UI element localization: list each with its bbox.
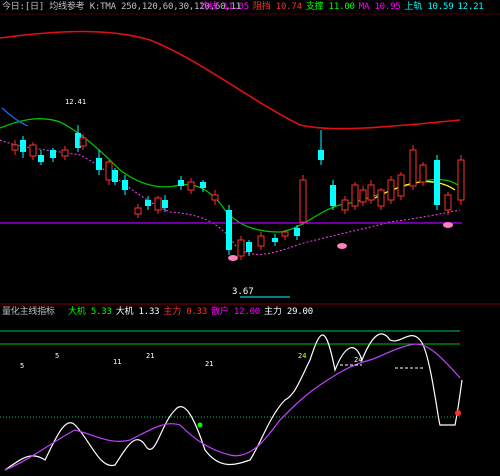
osc-white-line [4, 333, 463, 471]
candle-body [178, 180, 184, 186]
osc-number-marks: 5 5 11 21 21 24 24 [20, 352, 362, 370]
candle-body [457, 159, 465, 201]
candle-body [367, 184, 375, 201]
mark-label: 21 [146, 352, 154, 360]
candle-body [409, 149, 417, 187]
candle-body [154, 197, 162, 211]
candle-body [330, 185, 336, 206]
indicator-value: 均线 11.05 [200, 2, 249, 12]
mark-label: 24 [354, 356, 362, 364]
candle-body [226, 210, 232, 250]
osc-indicator-value: 大机 5.33 [68, 307, 112, 317]
candle-body [145, 200, 151, 206]
candle-body [281, 231, 289, 237]
mark-label: 24 [298, 352, 306, 360]
candle-body [112, 170, 118, 182]
candle-body [38, 155, 44, 162]
candle-body [105, 161, 113, 181]
candle-body [257, 235, 265, 247]
candle-body [419, 164, 427, 183]
candle-body [387, 179, 395, 201]
indicator-value: MA 10.95 [358, 2, 401, 12]
mark-label: 5 [55, 352, 59, 360]
candle-body [211, 194, 219, 201]
candle-body [134, 207, 142, 215]
candle-body [96, 158, 102, 170]
indicator-value: 阻挡 10.74 [252, 2, 302, 12]
candle-body [318, 150, 324, 160]
osc-signal-dot [455, 410, 461, 416]
signal-marker [228, 255, 238, 261]
candle-body [61, 149, 69, 157]
mark-label: 21 [205, 360, 213, 368]
sub-panel-header: 量化主线指标 [2, 307, 59, 318]
candle-body [351, 184, 359, 207]
candle-body [299, 179, 307, 223]
chart-canvas[interactable]: 3.67 12.41 5 5 11 21 21 24 24 [0, 0, 500, 476]
indicator-value: 上轨 10.59 [404, 2, 454, 12]
indicator-value: 支撑 11.00 [305, 2, 355, 12]
peak-price-label: 12.41 [65, 98, 86, 106]
osc-magenta-line [4, 343, 461, 471]
candle-body [294, 228, 300, 236]
low-price-label: 3.67 [232, 287, 254, 297]
candle-body [237, 239, 245, 257]
osc-indicator-value: 大机 1.33 [115, 307, 160, 317]
candle-body [79, 137, 87, 147]
candle-body [200, 182, 206, 188]
candle-body [444, 194, 452, 211]
osc-indicator-value: 主力 29.00 [264, 307, 313, 317]
osc-signal-dot [197, 422, 203, 428]
signal-marker [443, 222, 453, 228]
mark-label: 11 [113, 358, 121, 366]
candle-body [11, 144, 19, 151]
candle-body [434, 160, 440, 205]
candle-body [29, 144, 37, 157]
candlestick-series [11, 125, 465, 260]
candle-body [359, 189, 367, 203]
candle-body [122, 180, 128, 190]
candle-body [341, 199, 349, 211]
candle-body [50, 150, 56, 158]
ma-long-line [0, 30, 461, 130]
mark-label: 5 [20, 362, 24, 370]
indicator-value: 12.21 [457, 2, 484, 12]
signal-marker [337, 243, 347, 249]
sub-panel-title: 量化主线指标 [2, 307, 55, 317]
sub-panel-values: 大机 5.33 大机 1.33 主力 0.33 散户 12.00 主力 29.00 [68, 307, 317, 318]
main-panel-values: 均线 11.05 阻挡 10.74 支撑 11.00 MA 10.95 上轨 10.59… [200, 2, 488, 13]
candle-body [272, 238, 278, 242]
osc-indicator-value: 散户 12.00 [211, 307, 261, 317]
candle-body [187, 181, 195, 191]
candle-body [20, 140, 26, 152]
osc-indicator-value: 主力 0.33 [163, 307, 208, 317]
candle-body [397, 174, 405, 197]
candle-body [162, 200, 168, 208]
candle-body [246, 242, 252, 252]
candle-body [377, 189, 385, 207]
